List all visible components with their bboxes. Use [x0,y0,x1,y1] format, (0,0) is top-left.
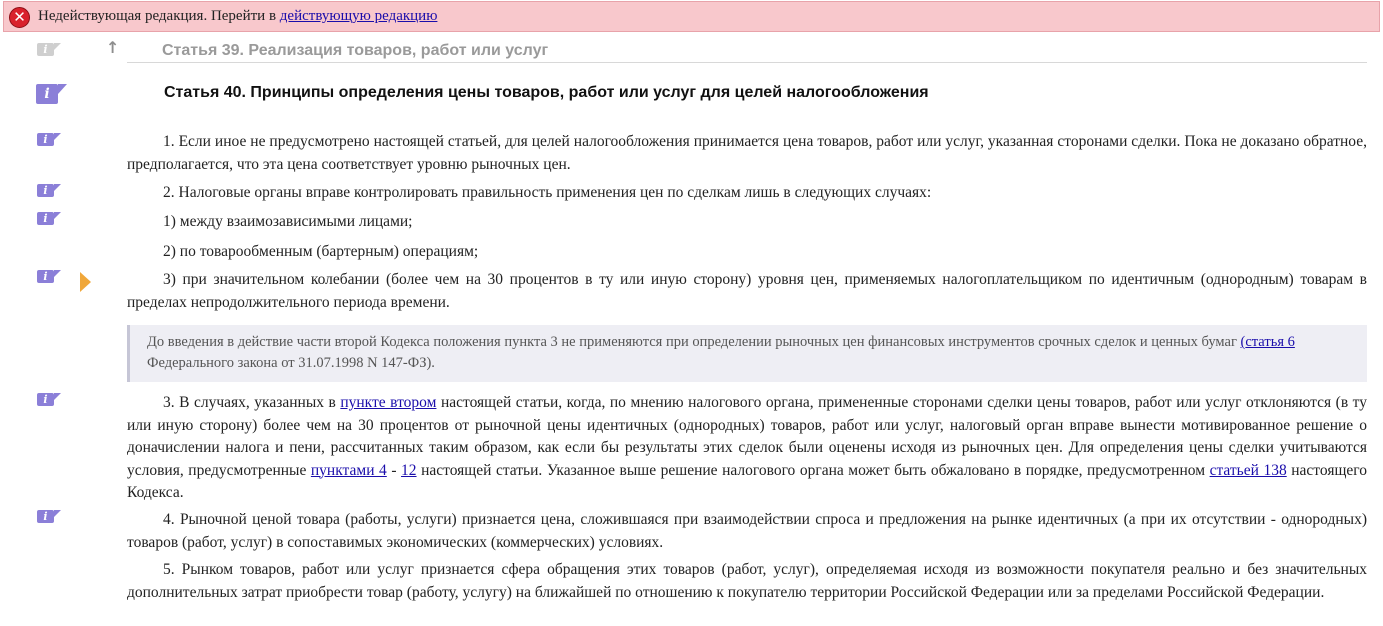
paragraph-3-text: - [386,461,402,479]
up-arrow-icon[interactable]: ↑ [106,39,119,57]
paragraph-2-item-3: 3) при значительном колебании (более чем… [127,271,1367,311]
divider [127,62,1367,63]
outdated-edition-banner: ✕ Недействующая редакция. Перейти в дейс… [3,1,1380,32]
info-icon[interactable]: i [37,133,61,146]
point-two-link[interactable]: пункте втором [340,394,436,411]
note-text-after: Федерального закона от 31.07.1998 N 147-… [147,355,435,371]
info-icon[interactable]: i [37,43,61,56]
info-icon[interactable]: i [37,393,61,406]
article-6-link[interactable]: статья 6 [1245,334,1295,350]
paragraph-2-item-1: 1) между взаимозависимыми лицами; [163,213,413,230]
info-icon[interactable]: i [37,212,61,225]
paragraph-2-item-2: 2) по товарообменным (бартерным) операци… [163,243,479,260]
banner-message: Недействующая редакция. Перейти в действ… [38,8,437,25]
info-icon[interactable]: i [36,84,67,104]
current-position-marker-icon [80,272,91,292]
current-edition-link[interactable]: действующую редакцию [280,8,438,24]
paragraph-3-text: 3. В случаях, указанных в [163,394,341,411]
info-icon[interactable]: i [37,270,61,283]
note-text: До введения в действие части второй Коде… [147,334,1241,350]
previous-article-title[interactable]: Статья 39. Реализация товаров, работ или… [162,41,548,61]
points-4-link[interactable]: пунктами 4 [311,462,387,479]
paragraph-1: 1. Если иное не предусмотрено настоящей … [127,133,1367,173]
article-title: Статья 40. Принципы определения цены тов… [164,84,929,101]
info-icon[interactable]: i [37,184,61,197]
paragraph-2: 2. Налоговые органы вправе контролироват… [163,184,932,201]
paragraph-3-text: настоящей статьи. Указанное выше решение… [416,461,1210,479]
paragraph-3: 3. В случаях, указанных в пункте втором … [127,392,1367,505]
info-icon[interactable]: i [37,510,61,523]
banner-text: Недействующая редакция. Перейти в [38,8,280,24]
paragraph-4: 4. Рыночной ценой товара (работы, услуги… [127,511,1367,551]
point-12-link[interactable]: 12 [401,462,417,479]
error-icon: ✕ [9,7,30,28]
paragraph-5: 5. Рынком товаров, работ или услуг призн… [127,561,1367,601]
article-138-link[interactable]: статьей 138 [1210,462,1287,479]
editorial-note: До введения в действие части второй Коде… [127,325,1367,382]
